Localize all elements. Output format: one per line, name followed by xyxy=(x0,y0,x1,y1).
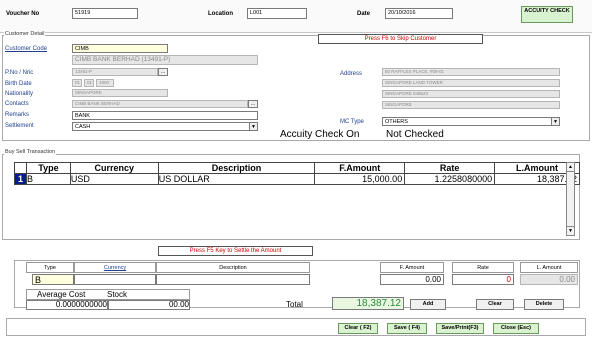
birth-day-field: 01 xyxy=(72,79,82,87)
chevron-down-icon[interactable]: ▼ xyxy=(249,123,257,130)
close-esc-button[interactable]: Close (Esc) xyxy=(493,323,539,334)
avg-cost-label: Average Cost xyxy=(37,290,86,299)
accuity-check-button[interactable]: ACCUITY CHECK xyxy=(521,6,573,23)
birth-date-label: Birth Date xyxy=(5,81,32,87)
clear-button[interactable]: Clear xyxy=(476,299,514,310)
customer-code-field[interactable]: CIMB xyxy=(72,44,168,53)
entry-rate-input[interactable]: 0 xyxy=(452,274,514,285)
stock-label: Stock xyxy=(107,290,128,299)
pno-field: 13491-P xyxy=(72,68,158,76)
contacts-label: Contacts xyxy=(5,101,29,107)
entry-famount-label: F. Amount xyxy=(380,262,444,273)
accuity-status-value: Not Checked xyxy=(386,129,444,140)
accuity-check-on-label: Accuity Check On xyxy=(280,129,360,140)
delete-button[interactable]: Delete xyxy=(524,299,564,310)
save-f4-button[interactable]: Save ( F4) xyxy=(387,323,427,334)
transaction-table: Type Currency Description F.Amount Rate … xyxy=(14,162,580,185)
location-field[interactable]: L001 xyxy=(247,8,307,19)
contacts-field: CIMB BANK BERHAD xyxy=(72,100,248,108)
address-line-1: 50 RAFFLES PLACE, #09-01 xyxy=(382,68,560,76)
row-number: 1 xyxy=(14,173,27,185)
column-header-description[interactable]: Description xyxy=(157,162,316,174)
mc-type-label: MC Type xyxy=(340,119,364,125)
total-label: Total xyxy=(286,300,303,309)
entry-description-input[interactable] xyxy=(156,274,310,285)
cell-famount[interactable]: 15,000.00 xyxy=(314,173,406,185)
entry-rate-label: Rate xyxy=(452,262,514,273)
clear-f2-button[interactable]: Clear ( F2) xyxy=(338,323,378,334)
contacts-lookup-button[interactable]: ... xyxy=(248,100,258,108)
customer-code-link[interactable]: Customer Code xyxy=(5,46,47,52)
entry-type-label: Type xyxy=(26,262,74,273)
entry-currency-link[interactable]: Currency xyxy=(74,262,156,273)
entry-currency-input[interactable] xyxy=(74,274,156,285)
customer-name-field: CIMB BANK BERHAD (13491-P) xyxy=(72,55,258,65)
save-print-f3-button[interactable]: Save/Print(F3) xyxy=(436,323,484,334)
skip-customer-message: Press F6 to Skip Customer xyxy=(318,34,483,44)
table-row[interactable]: 1 B USD US DOLLAR 15,000.00 1.2258080000… xyxy=(14,173,580,185)
birth-month-field: 01 xyxy=(84,79,94,87)
remarks-label: Remarks xyxy=(5,112,30,118)
chevron-down-icon[interactable]: ▼ xyxy=(551,118,559,125)
address-line-4: SINGAPORE xyxy=(382,101,560,109)
remarks-field[interactable]: BANK xyxy=(72,111,258,120)
date-field[interactable]: 20/10/2016 xyxy=(385,8,453,19)
pno-lookup-button[interactable]: ... xyxy=(158,68,168,76)
avg-cost-box: Average Cost Stock xyxy=(26,289,190,300)
entry-description-label: Description xyxy=(156,262,310,273)
transaction-section-title: Buy Sell Transaction xyxy=(4,149,57,155)
scroll-up-icon[interactable]: ▲ xyxy=(567,163,574,172)
entry-famount-input[interactable]: 0.00 xyxy=(380,274,444,285)
address-line-2: SINGAPORE LAND TOWER xyxy=(382,79,560,87)
column-header-rate[interactable]: Rate xyxy=(404,162,496,174)
column-header-currency[interactable]: Currency xyxy=(69,162,159,174)
total-value: 18,387.12 xyxy=(332,297,404,310)
customer-section-title: Customer Detail xyxy=(4,31,46,37)
address-label: Address xyxy=(340,71,363,77)
birth-year-field: 1900 xyxy=(96,79,114,87)
scroll-down-icon[interactable]: ▼ xyxy=(567,226,574,235)
voucher-field[interactable]: 51919 xyxy=(72,8,138,19)
settlement-value: CASH xyxy=(75,124,91,130)
avg-cost-value: 0.0000000000 xyxy=(26,300,108,310)
entry-lamount-input: 0.00 xyxy=(520,274,578,285)
pno-label: P.No / Nric xyxy=(5,70,34,76)
cell-rate[interactable]: 1.2258080000 xyxy=(404,173,496,185)
date-label: Date xyxy=(357,11,371,17)
nationality-field: SINGAPORE xyxy=(72,89,168,97)
address-line-3: SINGAPORE 048623 xyxy=(382,90,560,98)
column-header-type[interactable]: Type xyxy=(25,162,71,174)
row-number-header xyxy=(14,162,27,174)
entry-lamount-label: L. Amount xyxy=(520,262,578,273)
add-button[interactable]: Add xyxy=(410,299,446,310)
stock-value: 00.00 xyxy=(108,300,190,310)
column-header-famount[interactable]: F.Amount xyxy=(314,162,406,174)
cell-currency[interactable]: USD xyxy=(69,173,159,185)
nationality-label: Nationality xyxy=(5,91,34,97)
cell-type[interactable]: B xyxy=(25,173,71,185)
settle-amount-message: Press F5 Key to Settle the Amount xyxy=(158,246,313,256)
mc-type-value: OTHERS xyxy=(385,119,408,125)
entry-type-input[interactable]: B xyxy=(32,274,74,285)
voucher-label: Voucher No xyxy=(6,11,40,17)
settlement-label: Settlement xyxy=(5,123,34,129)
mc-type-select[interactable]: OTHERS ▼ xyxy=(382,117,560,126)
transaction-scrollbar[interactable]: ▲ ▼ xyxy=(566,162,575,236)
cell-description[interactable]: US DOLLAR xyxy=(157,173,316,185)
settlement-select[interactable]: CASH ▼ xyxy=(72,122,258,131)
location-label: Location xyxy=(208,11,233,17)
